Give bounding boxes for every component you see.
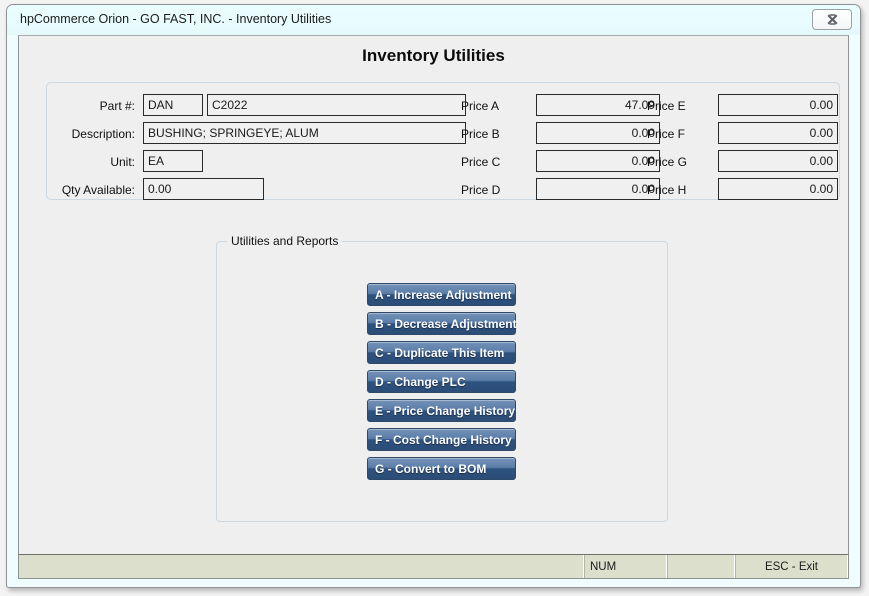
price-a-input[interactable]: 47.09 (536, 94, 660, 116)
price-d-input[interactable]: 0.00 (536, 178, 660, 200)
page-title: Inventory Utilities (362, 46, 505, 65)
unit-input[interactable]: EA (143, 150, 203, 172)
item-info-panel: Part #: DAN C2022 Description: BUSHING; … (46, 82, 840, 200)
part-number-label: Part #: (99, 99, 135, 113)
title-bar: hpCommerce Orion - GO FAST, INC. - Inven… (7, 5, 860, 35)
price-c-input[interactable]: 0.00 (536, 150, 660, 172)
close-button[interactable] (812, 9, 852, 30)
part-number-input[interactable]: DAN (143, 94, 203, 116)
price-h-label: Price H (647, 183, 687, 197)
utilities-and-reports-group: Utilities and Reports A - Increase Adjus… (216, 234, 668, 522)
duplicate-this-item-button[interactable]: C - Duplicate This Item (367, 341, 516, 364)
status-bar: NUM ESC - Exit (18, 554, 849, 579)
convert-to-bom-button[interactable]: G - Convert to BOM (367, 457, 516, 480)
price-f-input[interactable]: 0.00 (718, 122, 838, 144)
price-g-input[interactable]: 0.00 (718, 150, 838, 172)
status-panel-message (19, 555, 584, 578)
price-e-input[interactable]: 0.00 (718, 94, 838, 116)
price-h-input[interactable]: 0.00 (718, 178, 838, 200)
qty-available-input[interactable]: 0.00 (143, 178, 264, 200)
close-x-icon (826, 13, 839, 26)
qty-available-label: Qty Available: (61, 183, 135, 197)
price-change-history-button[interactable]: E - Price Change History (367, 399, 516, 422)
price-f-label: Price F (647, 127, 686, 141)
window-title: hpCommerce Orion - GO FAST, INC. - Inven… (20, 12, 332, 26)
status-panel-esc-exit: ESC - Exit (735, 555, 848, 578)
change-plc-button[interactable]: D - Change PLC (367, 370, 516, 393)
cost-change-history-button[interactable]: F - Cost Change History (367, 428, 516, 451)
unit-label: Unit: (110, 155, 135, 169)
increase-adjustment-button[interactable]: A - Increase Adjustment (367, 283, 516, 306)
price-d-label: Price D (461, 183, 501, 197)
description-input[interactable]: BUSHING; SPRINGEYE; ALUM (143, 122, 466, 144)
price-b-input[interactable]: 0.00 (536, 122, 660, 144)
application-window: hpCommerce Orion - GO FAST, INC. - Inven… (6, 4, 861, 588)
price-b-label: Price B (461, 127, 500, 141)
client-area: Inventory Utilities Part #: DAN C2022 De… (18, 35, 849, 578)
group-label: Utilities and Reports (227, 234, 343, 248)
description-label: Description: (71, 127, 135, 141)
price-a-label: Price A (461, 99, 500, 113)
price-c-label: Price C (461, 155, 501, 169)
status-panel-num: NUM (584, 555, 667, 578)
price-g-label: Price G (647, 155, 688, 169)
part-number-suffix-input[interactable]: C2022 (207, 94, 466, 116)
decrease-adjustment-button[interactable]: B - Decrease Adjustment (367, 312, 517, 335)
price-e-label: Price E (647, 99, 686, 113)
status-panel-blank (667, 555, 735, 578)
